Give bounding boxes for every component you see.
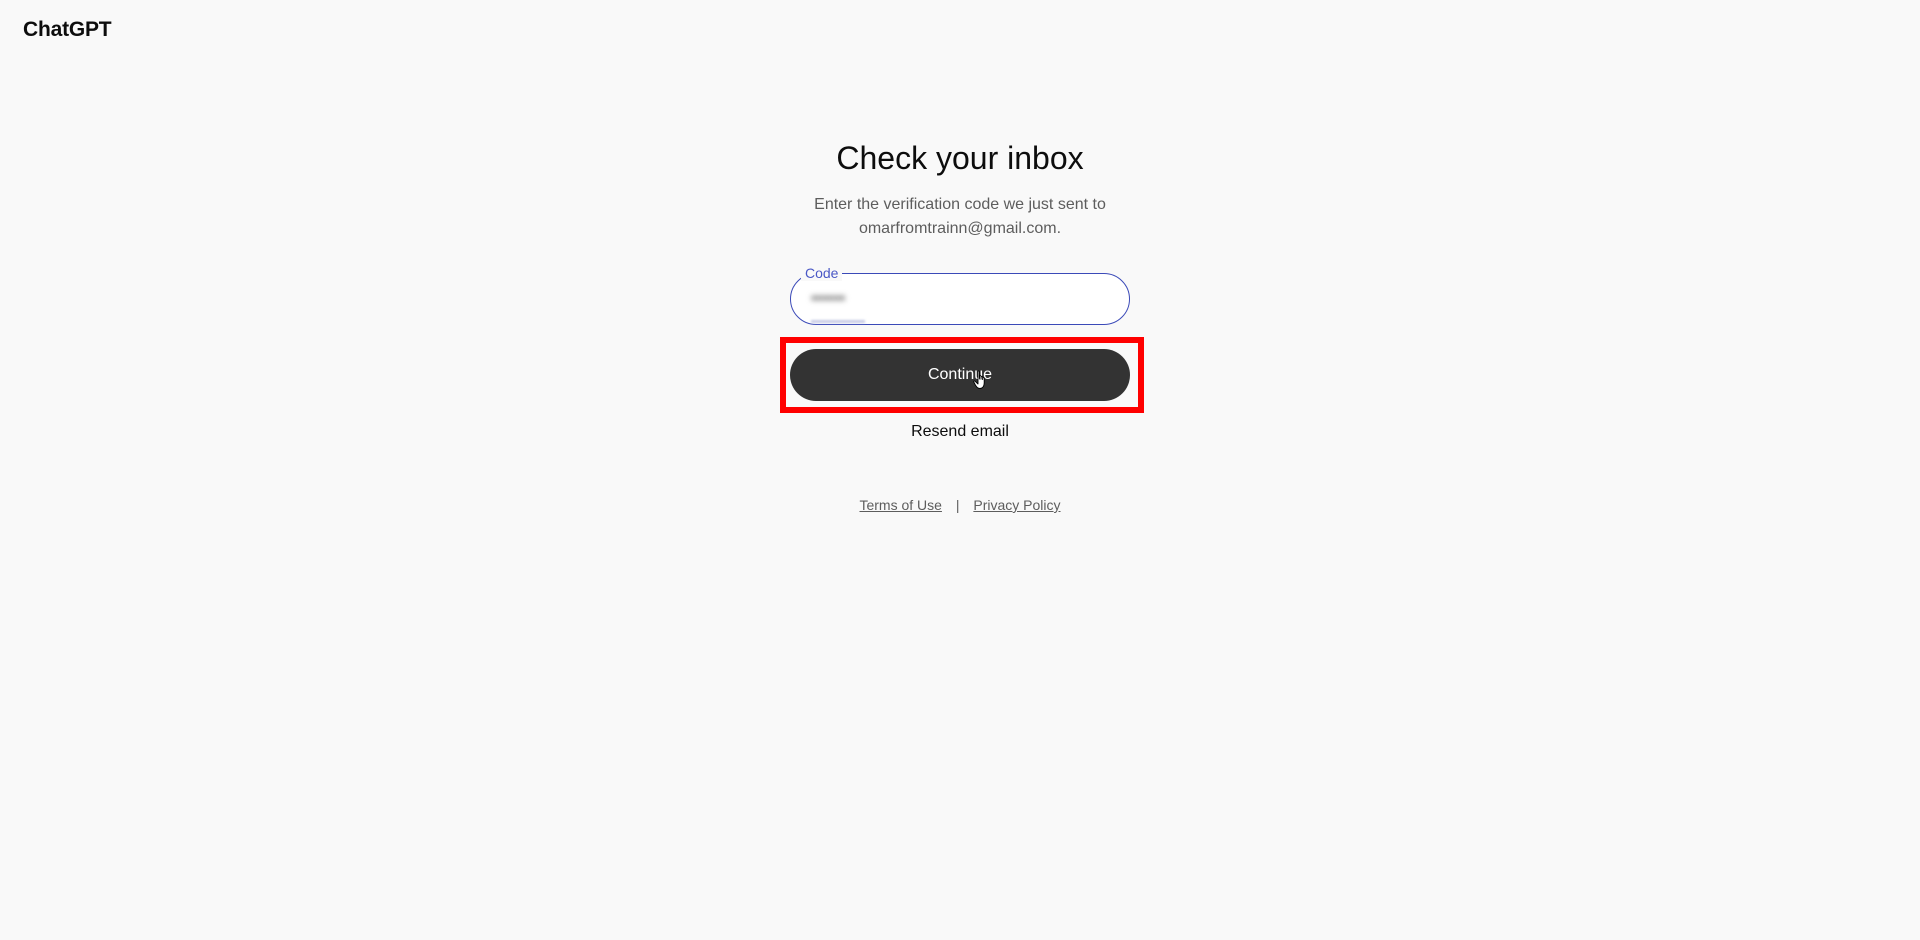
- subtitle: Enter the verification code we just sent…: [760, 193, 1160, 241]
- resend-email-link: Resend email: [0, 423, 1920, 441]
- subtitle-line-1: Enter the verification code we just sent…: [814, 196, 1106, 213]
- page-title: Check your inbox: [836, 140, 1084, 176]
- footer-separator: |: [955, 497, 960, 513]
- privacy-policy-link[interactable]: Privacy Policy: [973, 497, 1060, 513]
- code-input[interactable]: Code ▪▪▪▪▪▪: [790, 265, 1130, 325]
- continue-button[interactable]: Continue: [790, 349, 1130, 401]
- terms-of-use-link[interactable]: Terms of Use: [859, 497, 941, 513]
- code-autofill-underline: [811, 320, 865, 323]
- code-value: ▪▪▪▪▪▪: [811, 290, 846, 307]
- code-label: Code: [801, 265, 843, 281]
- brand-logo[interactable]: ChatGPT: [23, 18, 112, 42]
- subtitle-email: omarfromtrainn@gmail.com.: [858, 220, 1062, 237]
- resend-email-button[interactable]: Resend email: [911, 423, 1009, 440]
- footer: Terms of Use | Privacy Policy: [0, 497, 1920, 513]
